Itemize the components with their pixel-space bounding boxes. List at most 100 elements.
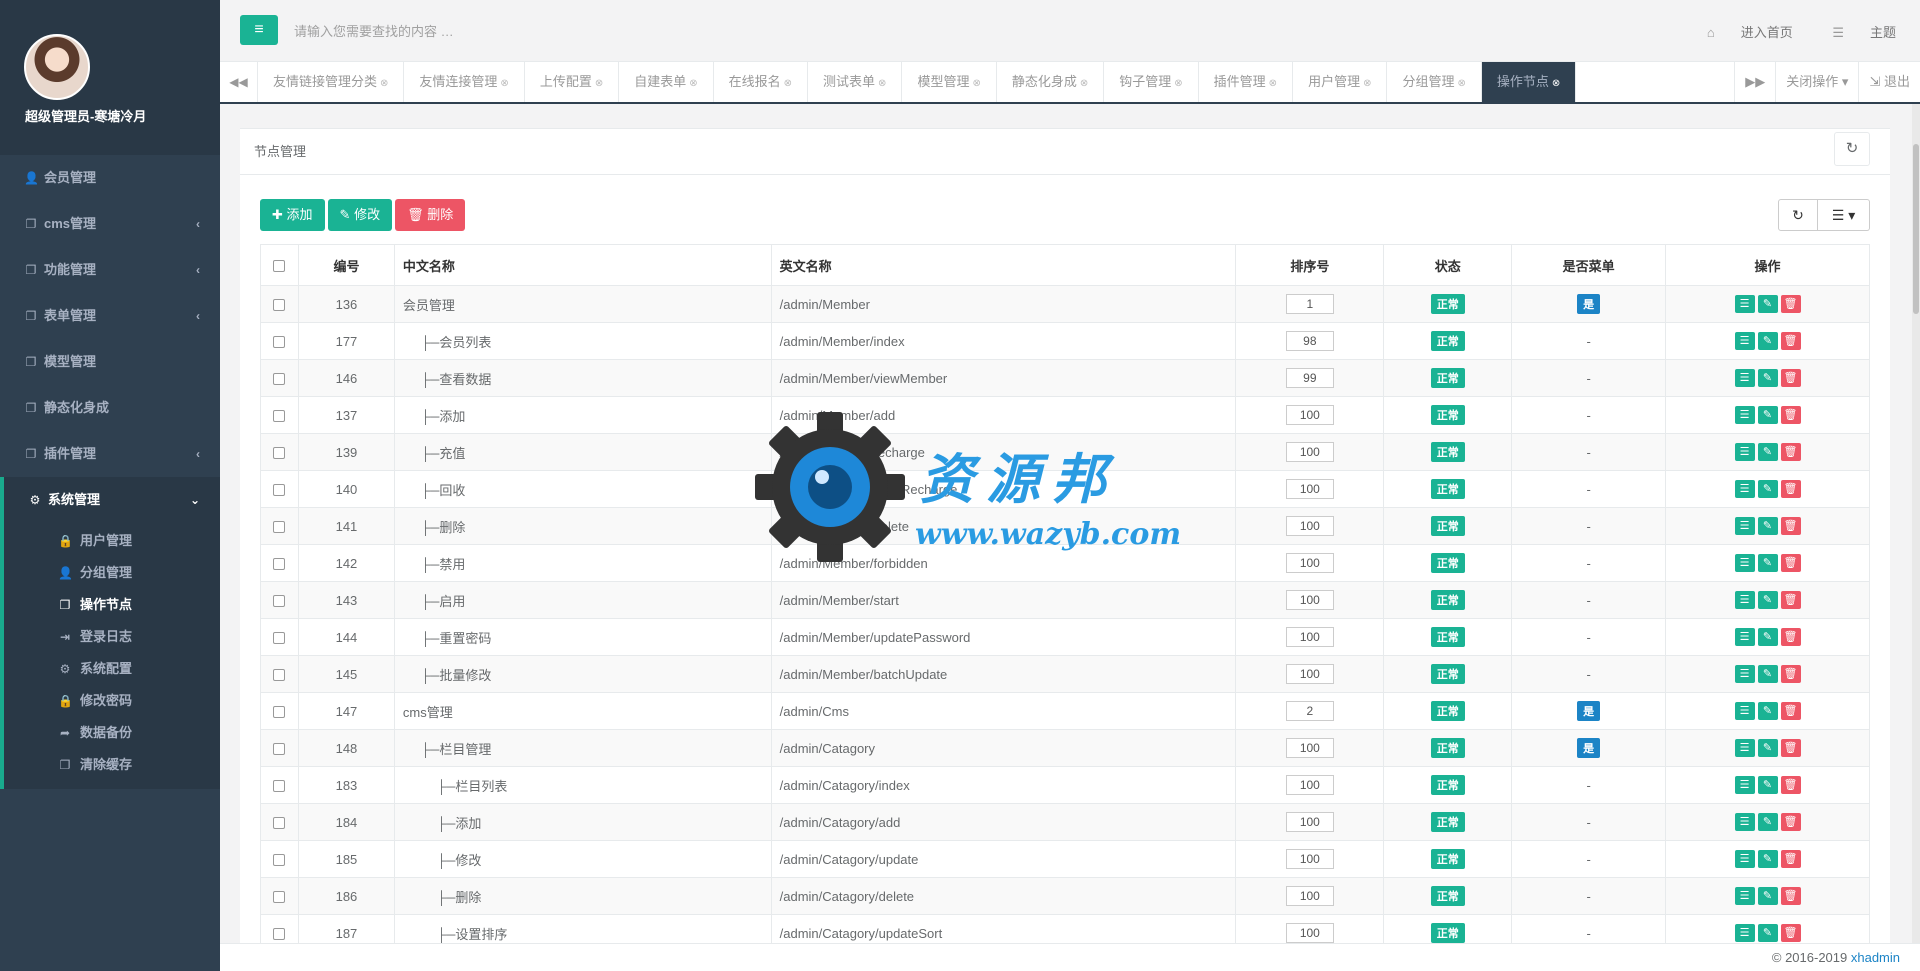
sidebar-subitem[interactable]: ➦ 数据备份 — [4, 717, 220, 749]
row-checkbox[interactable] — [273, 558, 286, 571]
close-operations-dropdown[interactable]: 关闭操作 ▾ — [1775, 62, 1858, 102]
trash-icon[interactable]: 🗑 — [1780, 480, 1801, 498]
tab[interactable]: 友情链接管理分类 ⊗ — [258, 62, 405, 102]
trash-icon[interactable]: 🗑 — [1780, 739, 1801, 757]
footer-brand-link[interactable]: xhadmin — [1851, 950, 1900, 965]
row-checkbox[interactable] — [273, 743, 286, 756]
list-icon[interactable]: ☰ — [1734, 517, 1755, 535]
menu-badge[interactable]: 是 — [1577, 294, 1601, 314]
add-button[interactable]: ✚ 添加 — [260, 199, 325, 231]
close-icon[interactable]: ⊗ — [689, 78, 697, 89]
edit-icon[interactable]: ✎ — [1757, 554, 1778, 572]
table-row[interactable]: 137 ├─添加/admin/Member/add 正常 - ☰✎🗑 — [260, 396, 1870, 434]
row-checkbox[interactable] — [273, 891, 286, 904]
sidebar-item[interactable]: ❐ cms管理 ‹ — [0, 201, 220, 247]
close-icon[interactable]: ⊗ — [380, 78, 388, 89]
trash-icon[interactable]: 🗑 — [1780, 776, 1801, 794]
status-badge[interactable]: 正常 — [1430, 627, 1465, 647]
column-header-cn-name[interactable]: 中文名称 — [393, 244, 772, 286]
row-checkbox[interactable] — [273, 632, 286, 645]
table-row[interactable]: 185 ├─修改/admin/Catagory/update 正常 - ☰✎🗑 — [260, 840, 1870, 878]
list-icon[interactable]: ☰ — [1734, 850, 1755, 868]
status-badge[interactable]: 正常 — [1430, 442, 1465, 462]
trash-icon[interactable]: 🗑 — [1780, 887, 1801, 905]
row-checkbox[interactable] — [273, 410, 286, 423]
row-checkbox[interactable] — [273, 521, 286, 534]
trash-icon[interactable]: 🗑 — [1780, 517, 1801, 535]
sidebar-item[interactable]: ❐ 表单管理 ‹ — [0, 293, 220, 339]
menu-badge[interactable]: 是 — [1577, 738, 1601, 758]
list-icon[interactable]: ☰ — [1734, 591, 1755, 609]
tab[interactable]: 模型管理 ⊗ — [902, 62, 997, 102]
status-badge[interactable]: 正常 — [1430, 368, 1465, 388]
table-row[interactable]: 140 ├─回收/admin/Member/backRecharge 正常 - ☰✎🗑 — [260, 470, 1870, 508]
edit-icon[interactable]: ✎ — [1757, 776, 1778, 794]
sidebar-item[interactable]: 👤 会员管理 — [0, 155, 220, 201]
table-row[interactable]: 186 ├─删除/admin/Catagory/delete 正常 - ☰✎🗑 — [260, 877, 1870, 915]
close-icon[interactable]: ⊗ — [1080, 78, 1088, 89]
sort-input[interactable] — [1285, 664, 1334, 684]
edit-icon[interactable]: ✎ — [1757, 443, 1778, 461]
sidebar-item[interactable]: ❐ 模型管理 — [0, 339, 220, 385]
row-checkbox[interactable] — [273, 669, 286, 682]
status-badge[interactable]: 正常 — [1430, 664, 1465, 684]
list-icon[interactable]: ☰ — [1734, 554, 1755, 572]
trash-icon[interactable]: 🗑 — [1780, 628, 1801, 646]
edit-icon[interactable]: ✎ — [1757, 850, 1778, 868]
status-badge[interactable]: 正常 — [1430, 331, 1465, 351]
sort-input[interactable] — [1285, 812, 1334, 832]
edit-icon[interactable]: ✎ — [1757, 887, 1778, 905]
sidebar-item-system[interactable]: ⚙ 系统管理 ⌄ — [0, 477, 220, 523]
table-row[interactable]: 143 ├─启用/admin/Member/start 正常 - ☰✎🗑 — [260, 581, 1870, 619]
sidebar-subitem[interactable]: 🔒 修改密码 — [4, 685, 220, 717]
edit-icon[interactable]: ✎ — [1757, 665, 1778, 683]
table-row[interactable]: 148 ├─栏目管理/admin/Catagory 正常 是 ☰✎🗑 — [260, 729, 1870, 767]
sidebar-item[interactable]: ❐ 静态化身成 — [0, 385, 220, 431]
table-row[interactable]: 146 ├─查看数据/admin/Member/viewMember 正常 - ☰✎🗑 — [260, 359, 1870, 397]
sidebar-subitem[interactable]: 👤 分组管理 — [4, 557, 220, 589]
status-badge[interactable]: 正常 — [1430, 886, 1465, 906]
list-icon[interactable]: ☰ — [1734, 702, 1755, 720]
list-icon[interactable]: ☰ — [1734, 480, 1755, 498]
close-icon[interactable]: ⊗ — [972, 78, 980, 89]
row-checkbox[interactable] — [273, 447, 286, 460]
row-checkbox[interactable] — [273, 373, 286, 386]
delete-button[interactable]: 🗑 删除 — [395, 199, 466, 231]
close-icon[interactable]: ⊗ — [1363, 78, 1371, 89]
sidebar-subitem[interactable]: 🔒 用户管理 — [4, 525, 220, 557]
sidebar-subitem[interactable]: ❐ 清除缓存 — [4, 749, 220, 781]
status-badge[interactable]: 正常 — [1430, 923, 1465, 943]
home-link[interactable]: ⌂ 进入首页 — [1689, 25, 1793, 40]
column-header-en-name[interactable]: 英文名称 — [770, 244, 1237, 286]
sidebar-subitem[interactable]: ⇥ 登录日志 — [4, 621, 220, 653]
search-input[interactable] — [294, 20, 714, 42]
avatar[interactable] — [24, 34, 90, 100]
row-checkbox[interactable] — [273, 595, 286, 608]
close-icon[interactable]: ⊗ — [878, 78, 886, 89]
edit-icon[interactable]: ✎ — [1757, 406, 1778, 424]
sort-input[interactable] — [1285, 627, 1334, 647]
sort-input[interactable] — [1285, 405, 1334, 425]
sort-input[interactable] — [1285, 442, 1334, 462]
theme-link[interactable]: ☰ 主题 — [1814, 25, 1896, 40]
table-row[interactable]: 144 ├─重置密码/admin/Member/updatePassword 正常 -… — [260, 618, 1870, 656]
trash-icon[interactable]: 🗑 — [1780, 369, 1801, 387]
table-row[interactable]: 187 ├─设置排序/admin/Catagory/updateSort 正常 - ☰✎… — [260, 914, 1870, 944]
sidebar-item[interactable]: ❐ 插件管理 ‹ — [0, 431, 220, 477]
edit-icon[interactable]: ✎ — [1757, 480, 1778, 498]
menu-badge[interactable]: 是 — [1577, 701, 1601, 721]
tab[interactable]: 分组管理 ⊗ — [1387, 62, 1482, 102]
trash-icon[interactable]: 🗑 — [1780, 554, 1801, 572]
table-row[interactable]: 183 ├─栏目列表/admin/Catagory/index 正常 - ☰✎🗑 — [260, 766, 1870, 804]
sort-input[interactable] — [1285, 516, 1334, 536]
table-row[interactable]: 139 ├─充值/admin/Member/recharge 正常 - ☰✎🗑 — [260, 433, 1870, 471]
sort-input[interactable] — [1285, 590, 1334, 610]
table-row[interactable]: 136 会员管理/admin/Member 正常 是 ☰✎🗑 — [260, 285, 1870, 323]
table-refresh-button[interactable]: ↻ — [1778, 199, 1818, 231]
tab[interactable]: 在线报名 ⊗ — [714, 62, 809, 102]
list-icon[interactable]: ☰ — [1734, 628, 1755, 646]
list-icon[interactable]: ☰ — [1734, 739, 1755, 757]
trash-icon[interactable]: 🗑 — [1780, 443, 1801, 461]
sort-input[interactable] — [1285, 331, 1334, 351]
user-name[interactable]: 超级管理员-寒塘冷月 — [25, 106, 220, 125]
